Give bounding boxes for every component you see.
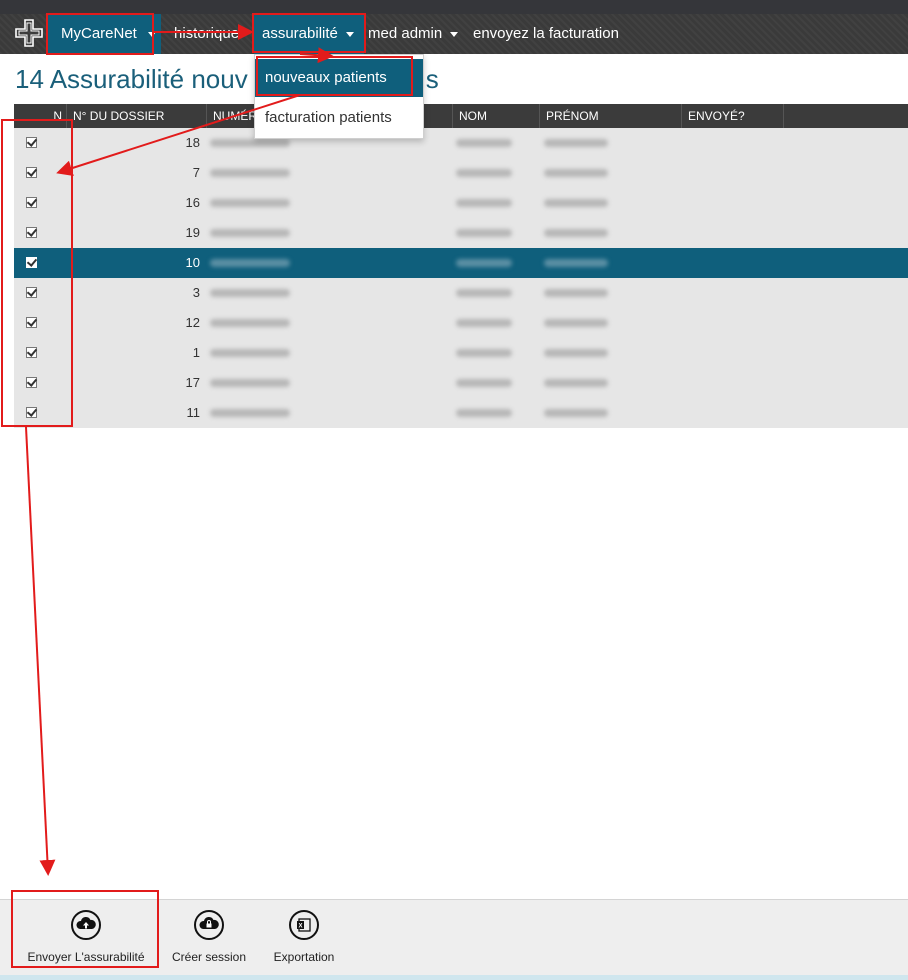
annotation-arrows xyxy=(25,24,334,876)
